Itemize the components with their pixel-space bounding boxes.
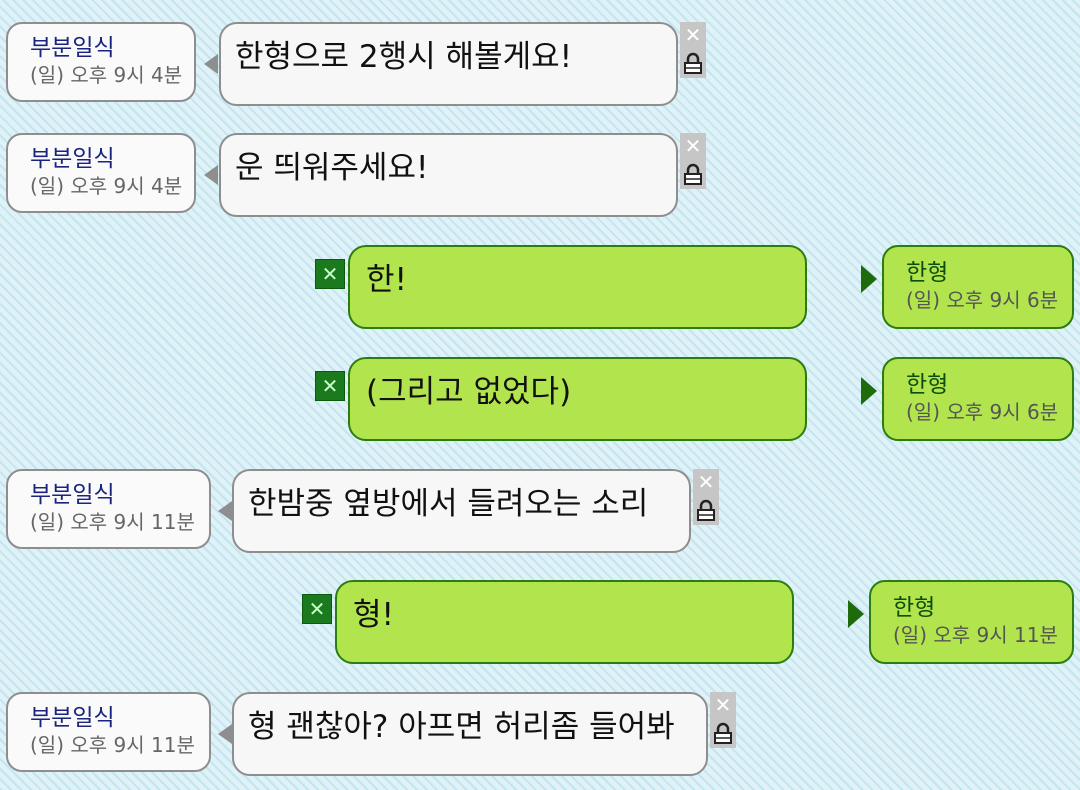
message-incoming: 부분일식 (일) 오후 9시 11분 한밤중 옆방에서 들려오는 소리 ✕ (0, 469, 1080, 553)
bubble-pointer (861, 377, 877, 405)
sender-info: 부분일식 (일) 오후 9시 11분 (6, 469, 211, 549)
sender-name: 한형 (893, 595, 936, 621)
sender-name: 부분일식 (30, 146, 115, 172)
sender-name: 부분일식 (30, 35, 115, 61)
message-text: (그리고 없었다) (366, 374, 572, 410)
sender-info: 한형 (일) 오후 9시 11분 (869, 580, 1074, 664)
lock-icon[interactable] (684, 52, 702, 74)
message-outgoing: ✕ (그리고 없었다) 한형 (일) 오후 9시 6분 (0, 357, 1080, 441)
bubble-pointer (218, 501, 232, 521)
message-bubble: (그리고 없었다) (348, 357, 807, 441)
close-icon[interactable]: ✕ (302, 594, 332, 624)
sender-info: 부분일식 (일) 오후 9시 4분 (6, 22, 196, 102)
message-text: 형! (353, 597, 394, 633)
message-time: (일) 오후 9시 6분 (906, 400, 1059, 424)
message-bubble: 형! (335, 580, 794, 664)
lock-icon[interactable] (714, 722, 732, 744)
lock-icon[interactable] (697, 499, 715, 521)
message-incoming: 부분일식 (일) 오후 9시 4분 운 띄워주세요! ✕ (0, 133, 1080, 217)
close-icon[interactable]: ✕ (315, 259, 345, 289)
message-time: (일) 오후 9시 11분 (893, 623, 1058, 647)
message-outgoing: ✕ 형! 한형 (일) 오후 9시 11분 (0, 580, 1080, 664)
message-bubble: 한형으로 2행시 해볼게요! (219, 22, 678, 106)
sender-name: 부분일식 (30, 705, 115, 731)
message-bubble: 운 띄워주세요! (219, 133, 678, 217)
message-incoming: 부분일식 (일) 오후 9시 11분 형 괜찮아? 아프면 허리좀 들어봐 ✕ (0, 692, 1080, 776)
message-time: (일) 오후 9시 11분 (30, 510, 195, 534)
message-outgoing: ✕ 한! 한형 (일) 오후 9시 6분 (0, 245, 1080, 329)
close-icon[interactable]: ✕ (680, 133, 706, 159)
sender-name: 한형 (906, 372, 949, 398)
bubble-pointer (848, 600, 864, 628)
bubble-pointer (861, 265, 877, 293)
sender-info: 부분일식 (일) 오후 9시 4분 (6, 133, 196, 213)
message-bubble: 한! (348, 245, 807, 329)
sender-name: 한형 (906, 260, 949, 286)
sender-info: 한형 (일) 오후 9시 6분 (882, 357, 1074, 441)
message-incoming: 부분일식 (일) 오후 9시 4분 한형으로 2행시 해볼게요! ✕ (0, 22, 1080, 106)
sender-info: 부분일식 (일) 오후 9시 11분 (6, 692, 211, 772)
sender-name: 부분일식 (30, 482, 115, 508)
message-time: (일) 오후 9시 4분 (30, 174, 183, 198)
close-icon[interactable]: ✕ (315, 371, 345, 401)
close-icon[interactable]: ✕ (710, 692, 736, 718)
message-controls: ✕ (680, 133, 706, 189)
lock-icon[interactable] (684, 163, 702, 185)
sender-info: 한형 (일) 오후 9시 6분 (882, 245, 1074, 329)
message-text: 운 띄워주세요! (235, 150, 429, 186)
message-bubble: 형 괜찮아? 아프면 허리좀 들어봐 (232, 692, 708, 776)
message-time: (일) 오후 9시 4분 (30, 63, 183, 87)
bubble-pointer (204, 165, 218, 185)
message-text: 한밤중 옆방에서 들려오는 소리 (248, 486, 649, 522)
message-text: 한형으로 2행시 해볼게요! (235, 39, 573, 75)
message-controls: ✕ (693, 469, 719, 525)
message-controls: ✕ (680, 22, 706, 78)
message-bubble: 한밤중 옆방에서 들려오는 소리 (232, 469, 691, 553)
close-icon[interactable]: ✕ (693, 469, 719, 495)
close-icon[interactable]: ✕ (680, 22, 706, 48)
message-controls: ✕ (710, 692, 736, 748)
bubble-pointer (218, 724, 232, 744)
message-time: (일) 오후 9시 6분 (906, 288, 1059, 312)
message-text: 형 괜찮아? 아프면 허리좀 들어봐 (248, 709, 675, 745)
message-time: (일) 오후 9시 11분 (30, 733, 195, 757)
message-text: 한! (366, 262, 407, 298)
bubble-pointer (204, 54, 218, 74)
